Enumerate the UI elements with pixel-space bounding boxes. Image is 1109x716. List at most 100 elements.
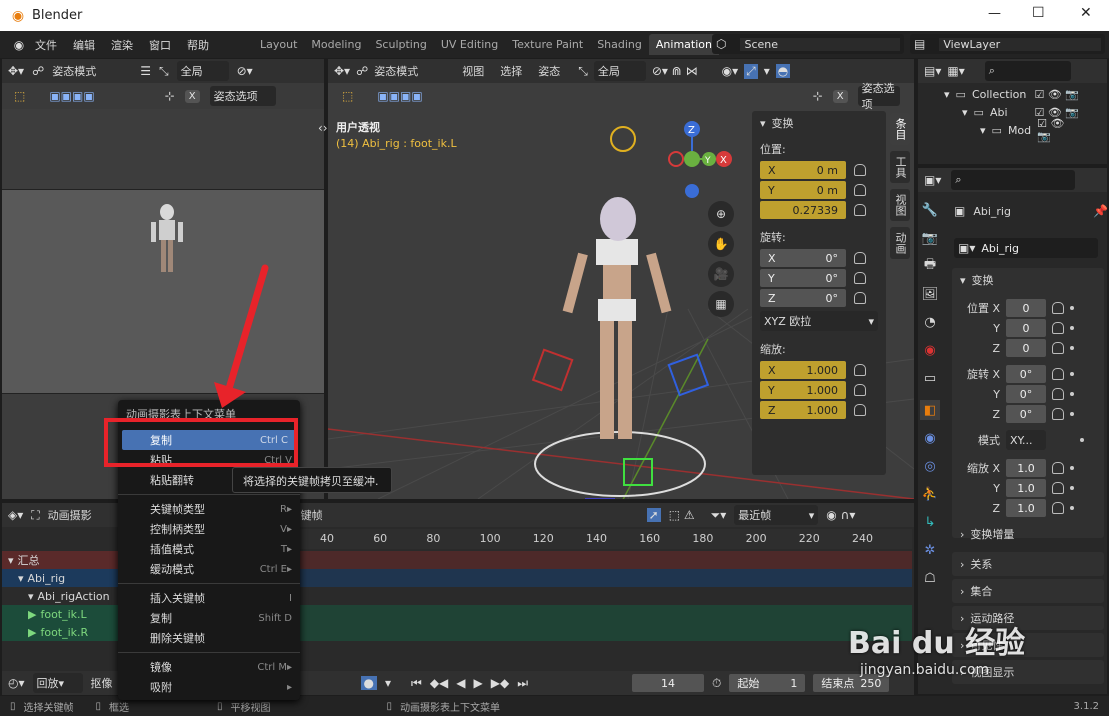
main-editor-type-icon[interactable]: ✥▾ <box>334 64 350 78</box>
select-modes-icon[interactable]: ▣▣▣▣ <box>49 89 94 103</box>
lock-icon[interactable] <box>854 404 866 416</box>
rot-field[interactable]: Z 0° <box>760 289 846 307</box>
main-select-modes-icon[interactable]: ▣▣▣▣ <box>377 89 422 103</box>
menu-3[interactable]: 窗口 <box>149 37 171 53</box>
collection-tab-icon[interactable]: ▭ <box>920 368 940 388</box>
n-tab-2[interactable]: 视图 <box>890 189 910 221</box>
prop-lock-icon[interactable] <box>1052 462 1064 474</box>
properties-type-icon[interactable]: ▣▾ <box>924 173 941 187</box>
prop-lock-icon[interactable] <box>1052 408 1064 420</box>
lock-icon[interactable] <box>854 272 866 284</box>
context-menu-item[interactable]: 插值模式 T▸ <box>118 539 300 559</box>
channel-expand-icon[interactable]: ▶ <box>28 608 36 621</box>
prop-section[interactable]: › 集合 <box>952 579 1104 603</box>
record-dropdown-icon[interactable]: ▾ <box>385 676 391 690</box>
keyframe-dot-icon[interactable] <box>1070 326 1074 330</box>
lock-icon[interactable] <box>854 164 866 176</box>
prop-rot-field[interactable]: 0° <box>1006 385 1046 403</box>
rotation-mode-dropdown[interactable]: XYZ 欧拉 ▾ <box>760 311 878 331</box>
n-tab-3[interactable]: 动画 <box>890 227 910 259</box>
hamburger-icon[interactable]: ☰ <box>140 64 151 78</box>
context-menu-item[interactable]: 复制 Shift D <box>118 608 300 628</box>
expand-icon[interactable]: ▾ <box>944 88 950 101</box>
transform-collapse-icon[interactable]: ▾ <box>960 274 966 287</box>
outliner-row[interactable]: ▾ ▭ Mod ☑ 👁 📷 <box>918 117 1107 143</box>
lock-icon[interactable] <box>854 184 866 196</box>
view-menu-2[interactable]: 姿态 <box>538 63 560 79</box>
main-pivot-icon[interactable]: ⤡ <box>578 64 588 79</box>
frame-ruler[interactable]: 40 60 80 100 120 140 160 180 200 220 240 <box>300 529 912 549</box>
main-viewport[interactable]: ✥▾ ☍ 姿态模式 视图 选择 姿态 ⤡ 全局 ⊘▾ ⋒ ⋈ ◉▾ ⤢ ▾ ◓ ⬚ … <box>328 59 914 499</box>
scl-field[interactable]: Y 1.000 <box>760 381 846 399</box>
overlay-icon[interactable]: ▾ <box>764 64 770 78</box>
display-mode-icon[interactable]: ▦▾ <box>947 64 964 78</box>
main-mirror-x-toggle[interactable]: X <box>832 89 848 103</box>
prop-mode-dropdown[interactable]: XY... <box>1006 430 1046 450</box>
prop-scale-field[interactable]: 1.0 <box>1006 479 1046 497</box>
prop-scale-field[interactable]: 1.0 <box>1006 499 1046 517</box>
visibility-eye-icon[interactable]: ☑ 👁 📷 <box>1037 117 1079 143</box>
prop-lock-icon[interactable] <box>1052 342 1064 354</box>
menu-2[interactable]: 渲染 <box>111 37 133 53</box>
physics-tab-icon[interactable]: ⛹ <box>920 484 940 504</box>
lock-icon[interactable] <box>854 364 866 376</box>
menu-4[interactable]: 帮助 <box>187 37 209 53</box>
start-frame-field[interactable]: 起始 1 <box>729 674 806 692</box>
dopesheet-type-icon[interactable]: ◈▾ <box>8 508 23 522</box>
main-mode[interactable]: 姿态模式 <box>374 63 452 79</box>
channel-expand-icon[interactable]: ▾ <box>8 554 14 567</box>
current-frame[interactable]: 14 <box>632 674 705 692</box>
left-pivot[interactable]: 全局 <box>176 61 229 81</box>
n-tab-0[interactable]: 条目 <box>890 113 910 145</box>
render-tab-icon[interactable]: 📷 <box>920 228 940 248</box>
prop-lock-icon[interactable] <box>1052 368 1064 380</box>
menu-0[interactable]: 文件 <box>35 37 57 53</box>
workspace-tab-0[interactable]: Layout <box>253 34 304 55</box>
loc-field[interactable]: Y 0 m <box>760 181 846 199</box>
channel-expand-icon[interactable]: ▶ <box>28 626 36 639</box>
main-select-box-icon[interactable]: ⬚ <box>342 89 353 103</box>
rot-field[interactable]: Y 0° <box>760 269 846 287</box>
outliner-type-icon[interactable]: ▤▾ <box>924 64 941 78</box>
prev-key-icon[interactable]: ◆◀ <box>430 676 448 690</box>
context-menu-item[interactable]: 吸附 ▸ <box>118 677 300 697</box>
prop-rot-field[interactable]: 0° <box>1006 365 1046 383</box>
properties-search[interactable]: ⌕ <box>951 170 1076 190</box>
pan-hand-icon[interactable]: ✋ <box>708 231 734 257</box>
data-tab-icon[interactable]: ✲ <box>920 540 940 560</box>
expand-icon[interactable]: ▾ <box>980 124 986 137</box>
pin-icon[interactable]: 📌 <box>1093 204 1108 218</box>
prop-loc-field[interactable]: 0 <box>1006 299 1046 317</box>
keyframe-dot-icon[interactable] <box>1070 392 1074 396</box>
prop-section[interactable]: › 关系 <box>952 552 1104 576</box>
menu-1[interactable]: 编辑 <box>73 37 95 53</box>
channel-row[interactable]: ▾ Abi_rigAction <box>2 587 120 605</box>
maximize-button[interactable]: ☐ <box>1032 5 1045 21</box>
select-box-icon[interactable]: ⬚ <box>14 89 25 103</box>
keyframe-dot-icon[interactable] <box>1070 506 1074 510</box>
delta-transform-row[interactable]: › 变换增量 <box>960 526 1014 542</box>
mode-keyframe-dot-icon[interactable] <box>1080 438 1084 442</box>
prop-loc-field[interactable]: 0 <box>1006 339 1046 357</box>
prop-rot-field[interactable]: 0° <box>1006 405 1046 423</box>
jump-end-icon[interactable]: ⏭ <box>517 676 528 691</box>
context-menu-item[interactable]: 插入关键帧 I <box>118 588 300 608</box>
mirror-icon[interactable]: ⊹ <box>165 89 175 103</box>
scene-tab-icon[interactable]: ◔ <box>920 312 940 332</box>
context-menu-item[interactable]: 缓动模式 Ctrl E▸ <box>118 559 300 579</box>
prop-scale-field[interactable]: 1.0 <box>1006 459 1046 477</box>
prop-lock-icon[interactable] <box>1052 482 1064 494</box>
modifier-tab-icon[interactable]: ◉ <box>920 428 940 448</box>
scl-field[interactable]: X 1.000 <box>760 361 846 379</box>
keyframe-dot-icon[interactable] <box>1070 306 1074 310</box>
visibility-eye-icon[interactable]: ☑ 👁 📷 <box>1034 88 1079 101</box>
object-data-row[interactable]: ▣▾ Abi_rig <box>954 238 1098 258</box>
keyframe-dot-icon[interactable] <box>1070 486 1074 490</box>
dopesheet-mode[interactable]: 动画摄影 <box>48 507 92 523</box>
camera-icon[interactable]: 🎥 <box>708 261 734 287</box>
channel-row[interactable]: ▶ foot_ik.L <box>2 605 120 623</box>
context-menu-item[interactable]: 控制柄类型 V▸ <box>118 519 300 539</box>
workspace-tab-3[interactable]: UV Editing <box>434 34 505 55</box>
stopwatch-icon[interactable]: ⏱ <box>712 676 721 691</box>
minimize-button[interactable]: — <box>988 6 1001 21</box>
